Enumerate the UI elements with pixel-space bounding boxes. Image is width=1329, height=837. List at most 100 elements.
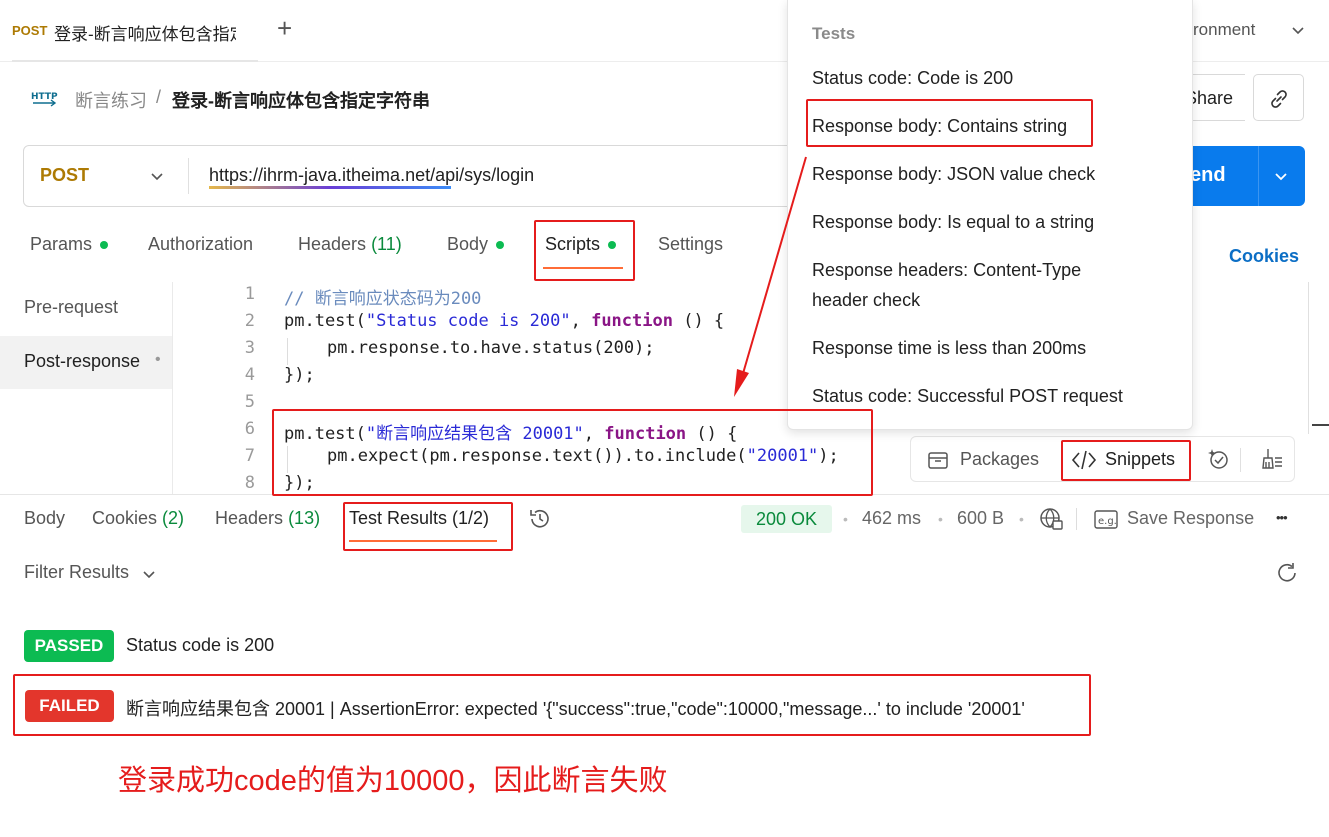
chevron-down-icon [141,566,157,582]
cookies-link[interactable]: Cookies [1229,246,1299,267]
line-number: 5 [244,392,255,412]
filter-results-dropdown[interactable]: Filter Results [24,562,164,588]
code-token: , [570,311,592,331]
history-icon[interactable] [527,506,553,532]
line-number: 3 [244,338,255,358]
send-split-divider [1258,146,1259,206]
highlight-snippets-button [1061,440,1191,481]
highlight-failed-result [13,674,1091,736]
post-response-dot: • [155,351,161,368]
ai-assist-icon[interactable] [1206,446,1232,472]
tab-headers[interactable]: Headers (11) [298,234,402,255]
save-response-label: Save Response [1127,508,1255,528]
toolbar-divider [1240,448,1241,472]
line-number: 2 [244,311,255,331]
page-title[interactable]: 登录-断言响应体包含指定字符串 [172,87,430,113]
breadcrumb-collection[interactable]: 断言练习 [75,87,147,113]
snippets-menu-heading: Tests [812,24,856,43]
filter-results-label: Filter Results [24,562,130,582]
test-result-text: Status code is 200 [126,635,275,655]
svg-text:e.g.: e.g. [1098,516,1117,527]
tab-body-label: Body [447,234,489,254]
url-divider [188,158,189,194]
code-number: 200 [603,338,635,358]
copy-link-button[interactable] [1253,74,1304,121]
snippet-item[interactable]: Response body: Is equal to a string [812,212,1094,233]
tab-title: 登录-断言响应体包含指定 [54,25,236,44]
code-line-1[interactable]: // 断言响应状态码为200 [284,284,481,309]
tab-params[interactable]: Params [30,234,109,255]
code-token: ); [634,338,655,358]
code-line-4[interactable]: }); [284,365,315,385]
line-number: 8 [244,473,255,493]
code-line-2[interactable]: pm.test("Status code is 200", function (… [284,311,724,331]
snippets-menu: Tests Status code: Code is 200 Response … [787,0,1193,430]
network-globe-icon[interactable] [1038,506,1064,532]
example-icon: e.g. [1094,509,1118,531]
annotation-arrow [734,156,807,397]
http-icon: HTTP [30,86,58,112]
meta-divider [1076,508,1077,530]
code-token: () { [672,311,725,331]
link-icon [1267,87,1291,111]
response-tab-cookies[interactable]: Cookies (2) [92,508,184,529]
headers-count: (11) [371,234,402,254]
snippet-item[interactable]: Response headers: Content-Type [812,260,1081,281]
highlight-scripts-tab [534,220,635,281]
response-headers-label: Headers [215,508,284,528]
tab-body[interactable]: Body [447,234,505,255]
response-size[interactable]: 600 B [957,508,1004,529]
highlight-test-results-tab [343,502,513,551]
editor-scroll-marker [1312,424,1329,426]
method-select[interactable]: POST [24,146,188,206]
broom-icon[interactable] [1258,446,1284,472]
more-options-icon[interactable]: ••• [1276,510,1288,525]
breadcrumb-separator: / [156,87,162,107]
body-indicator-dot [496,241,505,250]
chevron-down-icon[interactable] [1290,22,1306,38]
packages-button[interactable]: Packages [926,446,1046,474]
snippet-item[interactable]: Response time is less than 200ms [812,338,1086,359]
tab-authorization[interactable]: Authorization [148,234,253,255]
pre-request-item[interactable]: Pre-request [24,297,118,318]
line-number: 7 [244,446,255,466]
tab-divider [12,60,258,62]
meta-separator: • [843,511,848,527]
save-response-button[interactable]: e.g. Save Response [1094,506,1264,534]
line-number: 6 [244,419,255,439]
code-string: "Status code is 200" [365,311,571,331]
send-options-chevron-icon[interactable] [1273,168,1289,184]
highlight-assertion-code [272,409,873,496]
response-tab-headers[interactable]: Headers (13) [215,508,320,529]
snippet-item[interactable]: Response body: JSON value check [812,164,1095,185]
snippet-item[interactable]: Status code: Successful POST request [812,386,1123,407]
tab-active-request[interactable]: POST 登录-断言响应体包含指定 [0,0,258,62]
code-line-3[interactable]: pm.response.to.have.status(200); [327,338,655,358]
snippet-item-continued[interactable]: header check [812,290,920,311]
method-value: POST [40,165,90,185]
response-time[interactable]: 462 ms [862,508,921,529]
indent-guide [287,338,288,365]
send-label: end [1190,164,1226,186]
response-cookies-count: (2) [162,508,185,528]
svg-text:HTTP: HTTP [31,92,58,102]
response-cookies-label: Cookies [92,508,158,528]
code-token: pm.response.to.have.status( [327,338,604,358]
plus-icon[interactable]: + [277,13,292,44]
meta-separator: • [938,511,943,527]
url-input[interactable]: https://ihrm-java.itheima.net/api/sys/lo… [209,165,534,186]
snippet-item[interactable]: Status code: Code is 200 [812,68,1013,89]
response-tab-body[interactable]: Body [24,508,65,529]
refresh-icon[interactable] [1275,561,1299,585]
status-badge[interactable]: 200 OK [741,505,832,533]
packages-label: Packages [960,449,1040,469]
editor-scrollbar-track[interactable] [1308,282,1309,434]
tab-headers-label: Headers [298,234,367,254]
chevron-down-icon [149,168,165,184]
tab-settings[interactable]: Settings [658,234,723,255]
environment-selector-label[interactable]: ronment [1193,20,1255,40]
package-icon [926,448,950,472]
post-response-item[interactable]: Post-response • [0,336,172,389]
code-token: pm.test( [284,311,366,331]
response-headers-count: (13) [288,508,321,528]
